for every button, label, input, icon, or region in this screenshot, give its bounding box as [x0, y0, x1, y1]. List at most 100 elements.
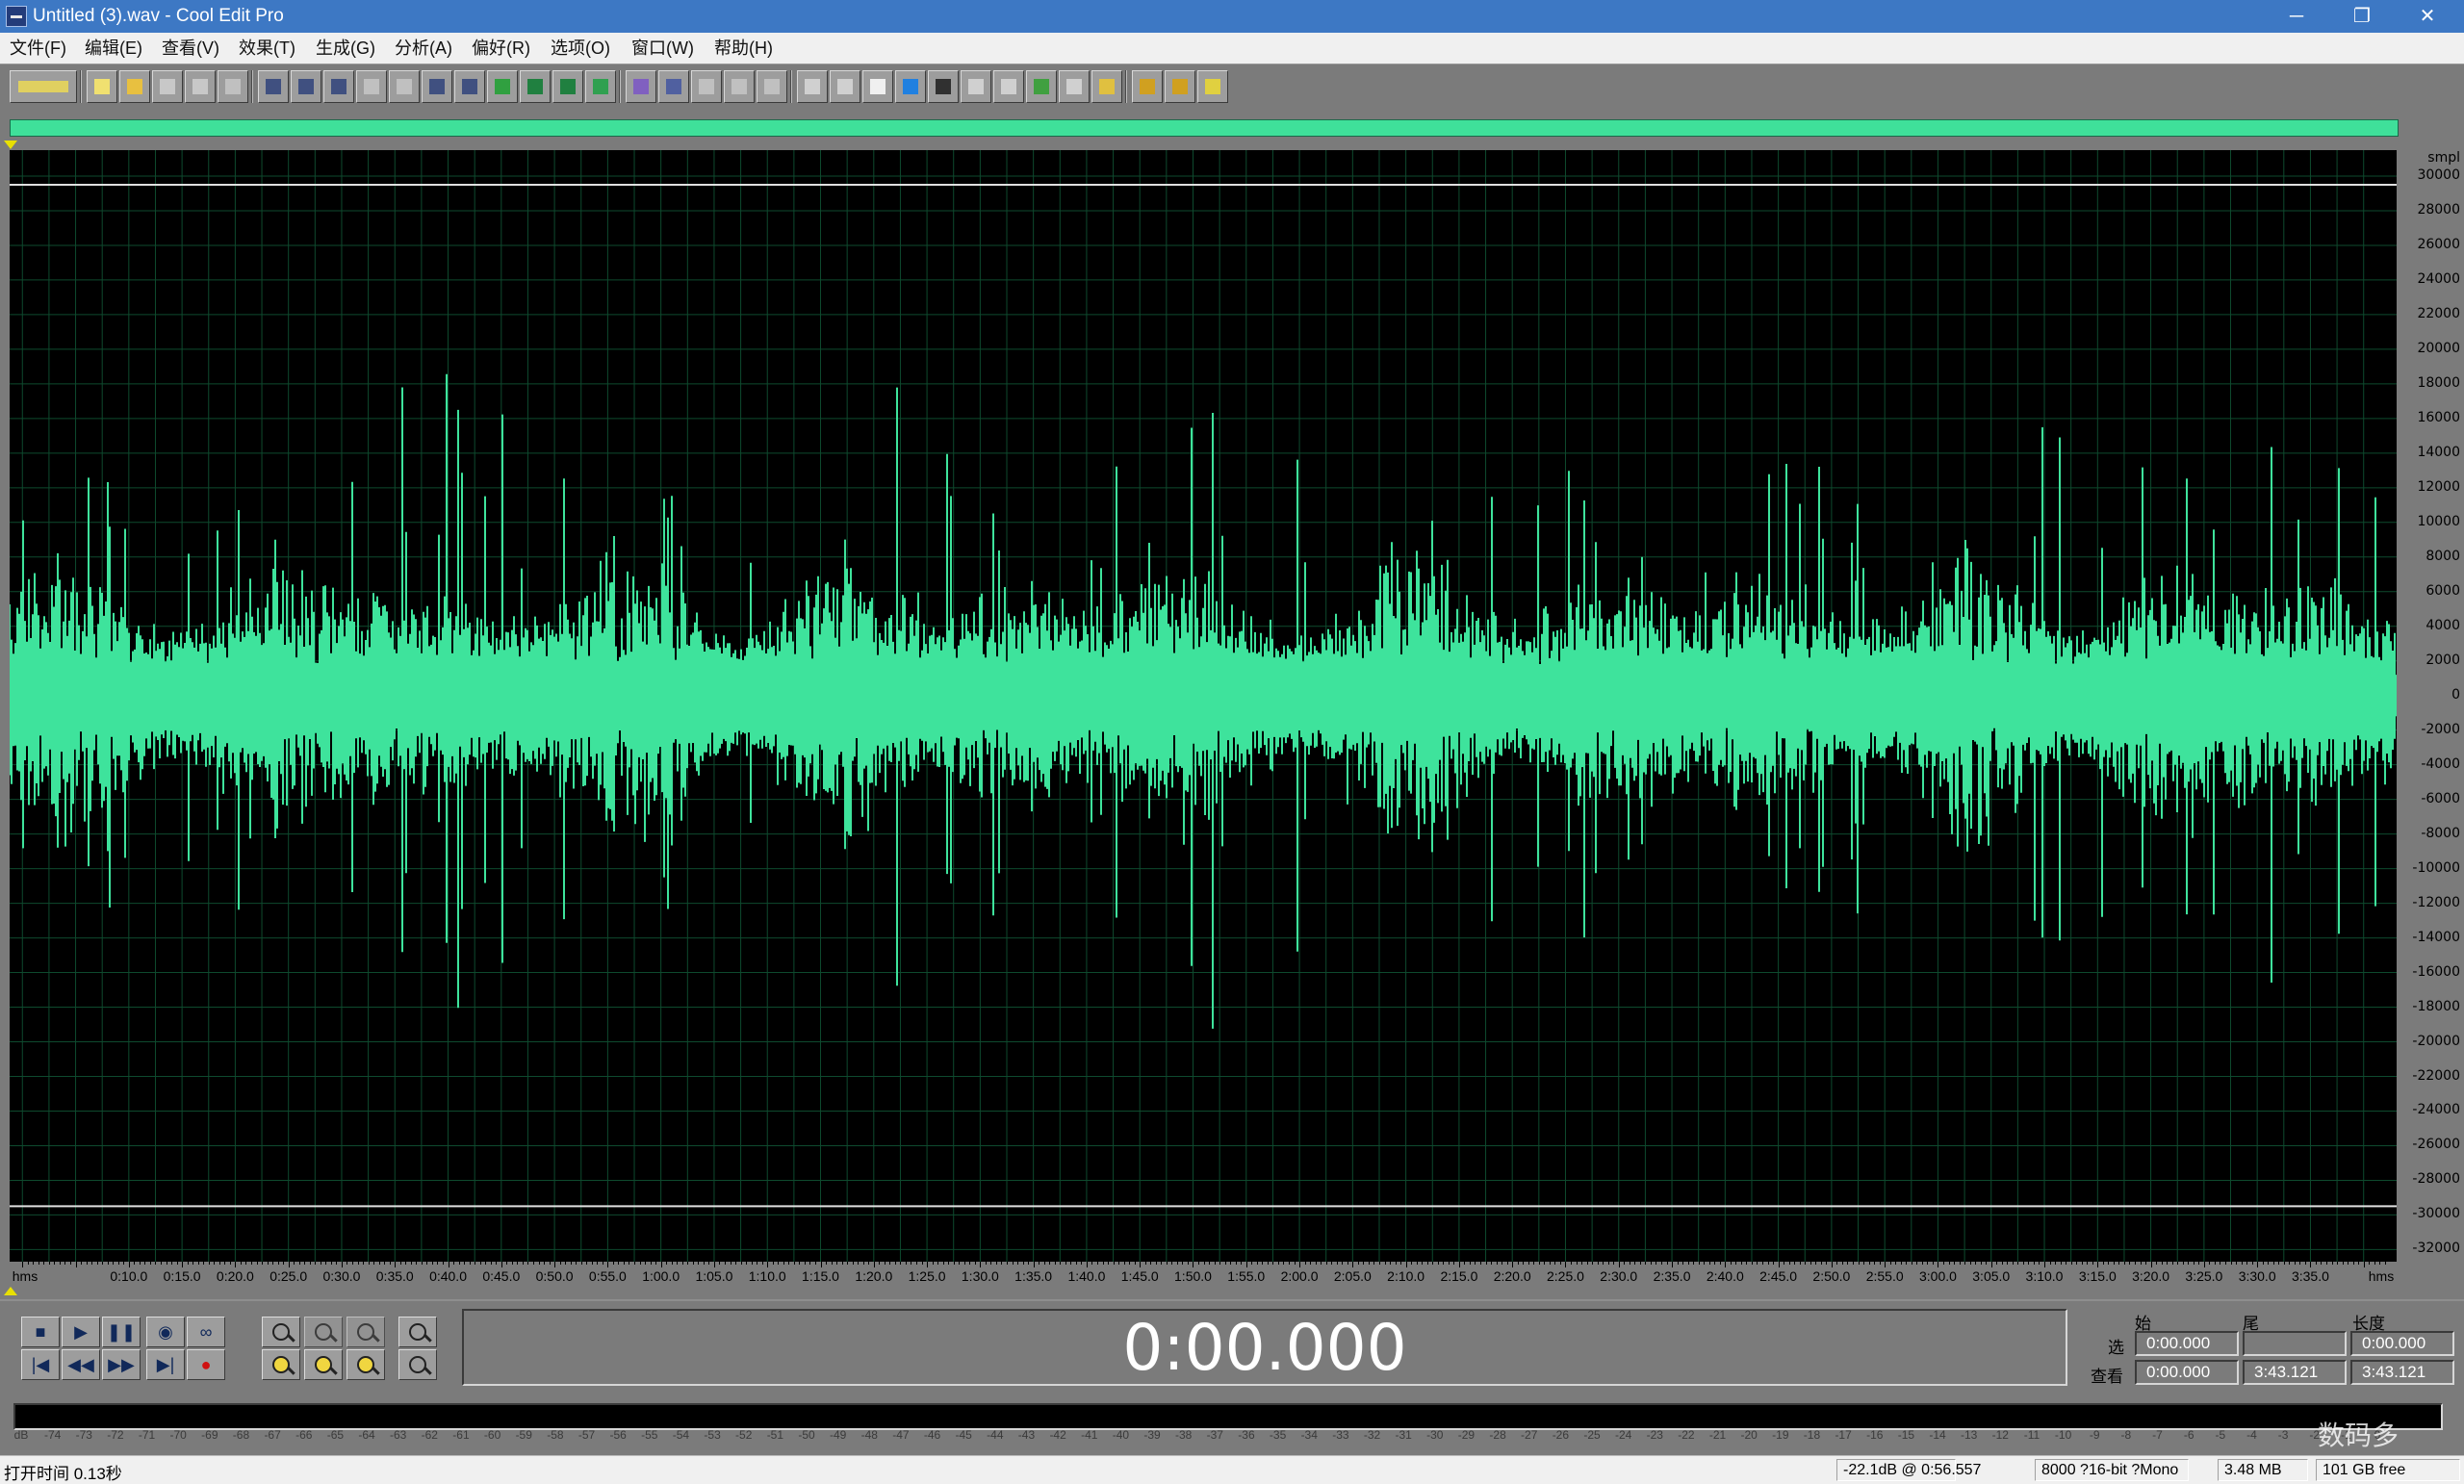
zoom-button[interactable]	[961, 70, 991, 103]
time-button[interactable]	[993, 70, 1024, 103]
amplitude-tick-label: 0	[2451, 686, 2460, 703]
time-display: 0:00.000	[462, 1309, 2067, 1386]
settings-button[interactable]	[1165, 70, 1195, 103]
time-tick	[1613, 1262, 1615, 1265]
time-tick	[309, 1262, 311, 1265]
undo-button[interactable]	[258, 70, 289, 103]
menu-effects[interactable]: 效果(T)	[239, 37, 295, 60]
zoom-out-button[interactable]	[304, 1317, 343, 1347]
fast-forward-button[interactable]: ▶▶	[102, 1349, 141, 1380]
frequency-analysis-button[interactable]	[1091, 70, 1122, 103]
view-end-field[interactable]: 3:43.121	[2243, 1360, 2347, 1385]
time-tick	[485, 1262, 487, 1265]
time-tick-label: 2:35.0	[1653, 1268, 1691, 1284]
menu-options[interactable]: 选项(O)	[551, 37, 610, 60]
spectrum-analysis-button[interactable]	[658, 70, 689, 103]
play-button[interactable]	[585, 70, 616, 103]
record-button[interactable]: ●	[187, 1349, 225, 1380]
level-button[interactable]	[1026, 70, 1057, 103]
repeat-last-button[interactable]	[323, 70, 354, 103]
scripts-button[interactable]	[1132, 70, 1163, 103]
zoom-full-button[interactable]	[691, 70, 722, 103]
stop-button[interactable]: ■	[21, 1317, 60, 1347]
menu-help[interactable]: 帮助(H)	[714, 37, 773, 60]
time-tick	[2070, 1262, 2072, 1265]
time-display-button[interactable]	[895, 70, 926, 103]
zoom-selection-button[interactable]	[262, 1349, 300, 1380]
multitrack-view-button[interactable]	[10, 70, 77, 103]
restore-button[interactable]: ❐	[2329, 0, 2395, 33]
go-to-start-button[interactable]: |◀	[21, 1349, 60, 1380]
menu-favorites[interactable]: 偏好(R)	[472, 37, 530, 60]
paste-button[interactable]	[454, 70, 485, 103]
time-tick	[294, 1262, 295, 1265]
copy-new-button[interactable]	[356, 70, 387, 103]
zoom-left-button[interactable]	[304, 1349, 343, 1380]
menu-view[interactable]: 查看(V)	[162, 37, 219, 60]
time-tick	[2384, 1262, 2386, 1265]
time-tick-label: 3:20.0	[2132, 1268, 2170, 1284]
show-info-button[interactable]	[830, 70, 860, 103]
selection-end-field[interactable]	[2243, 1331, 2347, 1356]
redo-button[interactable]	[291, 70, 321, 103]
spectral-view-button[interactable]	[626, 70, 656, 103]
menu-analyze[interactable]: 分析(A)	[395, 37, 452, 60]
app-icon[interactable]	[6, 6, 27, 27]
selection-length-field[interactable]: 0:00.000	[2350, 1331, 2454, 1356]
time-tick	[2113, 1262, 2115, 1265]
transport-button[interactable]	[928, 70, 959, 103]
time-ruler[interactable]: hms 0:10.0 0:15.0 0:20.0 0:25.0 0:30.0 0:35.0 0…	[10, 1262, 2397, 1287]
zoom-sel-button[interactable]	[724, 70, 755, 103]
size-status: 3.48 MB	[2218, 1459, 2308, 1481]
go-to-end-button[interactable]: ▶|	[146, 1349, 185, 1380]
playhead-marker-bottom[interactable]	[4, 1287, 17, 1295]
close-file-button[interactable]	[218, 70, 248, 103]
cue-button[interactable]	[862, 70, 893, 103]
save-as-button[interactable]	[185, 70, 216, 103]
waveform-display[interactable]	[10, 150, 2397, 1262]
paste-mix-button[interactable]	[520, 70, 551, 103]
zoom-right-button[interactable]	[346, 1349, 385, 1380]
time-tick	[1390, 1262, 1392, 1265]
zoom-out-button[interactable]	[757, 70, 787, 103]
time-unit-right: hms	[2368, 1268, 2395, 1284]
view-begin-field[interactable]: 0:00.000	[2135, 1360, 2239, 1385]
clip-button[interactable]	[552, 70, 583, 103]
zoom-in-vertical-button[interactable]	[398, 1317, 437, 1347]
menu-edit[interactable]: 编辑(E)	[85, 37, 142, 60]
time-tick	[277, 1262, 279, 1265]
time-tick	[245, 1262, 247, 1265]
playhead-marker-top[interactable]	[4, 141, 17, 149]
time-tick-label: 3:35.0	[2291, 1268, 2329, 1284]
play-to-end-button[interactable]: ◉	[146, 1317, 185, 1347]
time-tick	[2033, 1262, 2035, 1265]
open-file-button[interactable]	[119, 70, 150, 103]
zoom-in-button[interactable]	[262, 1317, 300, 1347]
view-length-field[interactable]: 3:43.121	[2350, 1360, 2454, 1385]
zoom-out-vertical-button[interactable]	[398, 1349, 437, 1380]
new-file-button[interactable]	[87, 70, 117, 103]
time-tick	[2182, 1262, 2184, 1265]
minimize-button[interactable]: ─	[2264, 0, 2329, 33]
menu-file[interactable]: 文件(F)	[10, 37, 66, 60]
loop-button[interactable]: ∞	[187, 1317, 225, 1347]
rewind-button[interactable]: ◀◀	[62, 1349, 100, 1380]
copy-button[interactable]	[389, 70, 420, 103]
close-button[interactable]: ✕	[2395, 0, 2460, 33]
time-tick	[2236, 1262, 2238, 1265]
menu-window[interactable]: 窗口(W)	[631, 37, 694, 60]
help-button[interactable]	[1197, 70, 1228, 103]
cut-button[interactable]	[422, 70, 452, 103]
zoom-full-button[interactable]	[346, 1317, 385, 1347]
menu-generate[interactable]: 生成(G)	[316, 37, 375, 60]
selection-begin-field[interactable]: 0:00.000	[2135, 1331, 2239, 1356]
save-button[interactable]	[152, 70, 183, 103]
status-button[interactable]	[1059, 70, 1090, 103]
overview-range-bar[interactable]	[10, 119, 2399, 137]
time-tick-label: 0:30.0	[322, 1268, 361, 1284]
window-button[interactable]	[797, 70, 828, 103]
paste-new-button[interactable]	[487, 70, 518, 103]
play-button[interactable]: ▶	[62, 1317, 100, 1347]
zoom-out-vertical-icon	[409, 1356, 426, 1373]
pause-button[interactable]: ❚❚	[102, 1317, 141, 1347]
